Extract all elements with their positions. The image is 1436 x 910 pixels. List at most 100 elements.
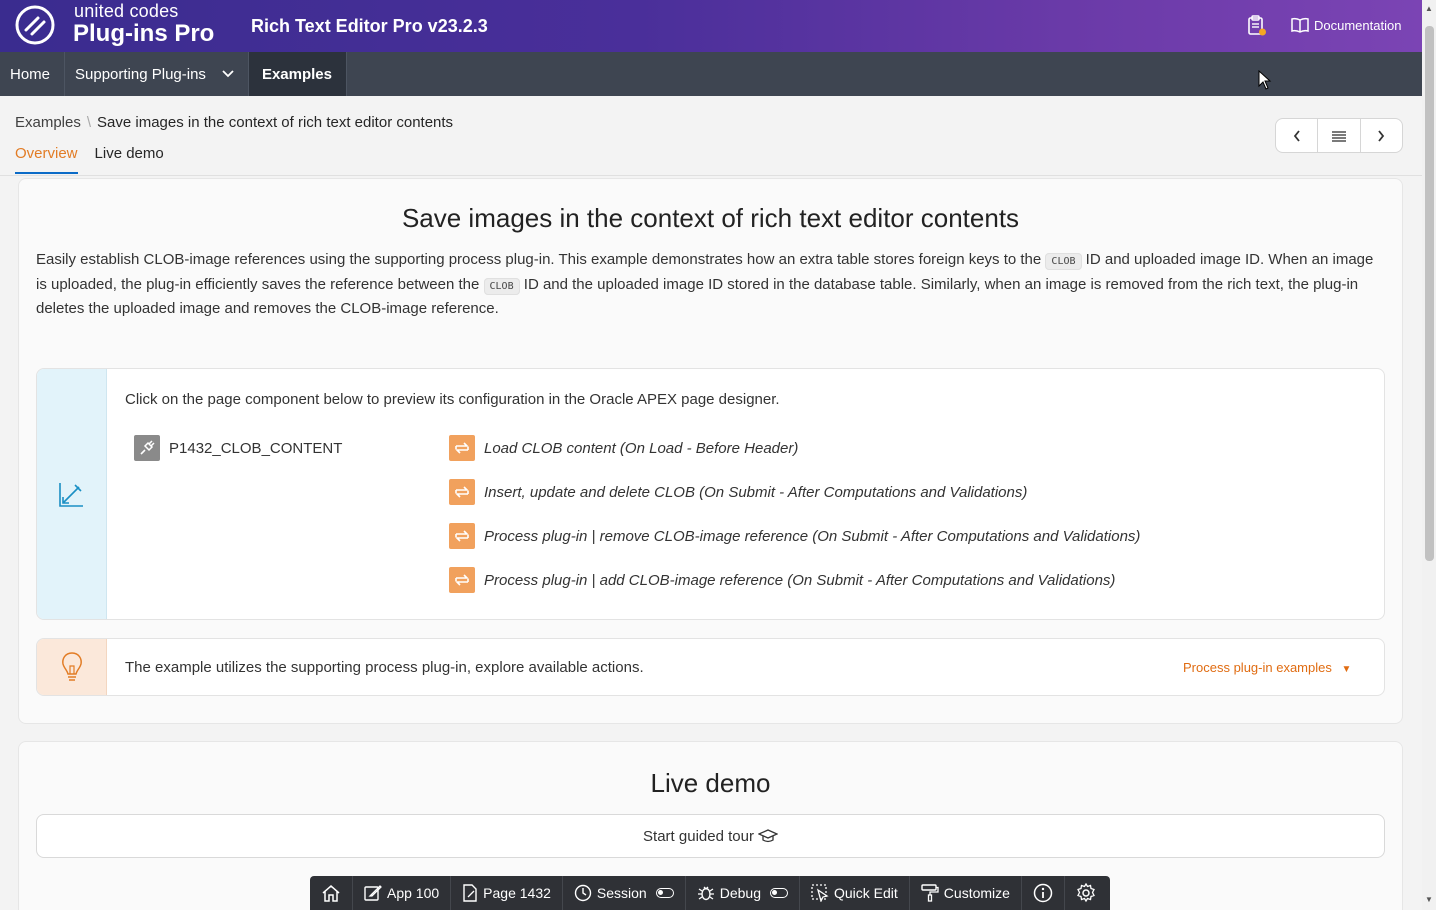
app-label: App 100 — [387, 885, 440, 901]
process-label: Load CLOB content (On Load - Before Head… — [484, 439, 799, 457]
process-link-insert-update-delete[interactable]: Insert, update and delete CLOB (On Submi… — [449, 479, 1027, 505]
list-icon — [1331, 130, 1346, 142]
breadcrumb-separator: \ — [86, 114, 92, 131]
process-label: Insert, update and delete CLOB (On Submi… — [484, 483, 1028, 501]
session-label: Session — [596, 885, 647, 901]
session-toggle-icon[interactable] — [655, 888, 674, 898]
session-button[interactable]: Session — [563, 876, 686, 910]
tab-overview[interactable]: Overview — [15, 145, 78, 174]
page-header-region: Examples \ Save images in the context of r… — [0, 96, 1422, 176]
gear-icon — [1077, 883, 1095, 903]
breadcrumb-current: Save images in the context of rich text … — [97, 114, 454, 131]
tip-text: The example utilizes the supporting proc… — [125, 659, 644, 676]
lightbulb-icon — [62, 652, 82, 681]
documentation-label: Documentation — [1314, 17, 1402, 33]
quick-edit-icon — [811, 884, 829, 902]
info-button[interactable] — [1022, 876, 1065, 910]
caret-down-icon: ▼ — [1341, 664, 1352, 675]
process-label: Process plug-in | add CLOB-image referen… — [484, 571, 1116, 589]
tip-box: The example utilizes the supporting proc… — [36, 638, 1385, 696]
previous-button[interactable] — [1276, 119, 1319, 152]
app-header: united codes Plug-ins Pro Rich Text Edit… — [0, 0, 1422, 52]
scroll-thumb[interactable] — [1425, 26, 1434, 561]
process-link-load-clob[interactable]: Load CLOB content (On Load - Before Head… — [449, 435, 798, 461]
live-demo-title: Live demo — [650, 768, 771, 798]
mouse-cursor-icon — [1258, 70, 1272, 90]
process-icon — [449, 479, 475, 505]
page-title: Save images in the context of rich text … — [401, 203, 1020, 233]
developer-toolbar: App 100 Page 1432 Session Debug Quick Ed… — [310, 876, 1110, 910]
main-navigation: Home Supporting Plug-ins Examples — [0, 52, 1422, 96]
debug-button[interactable]: Debug — [686, 876, 800, 910]
nav-item-label: Home — [10, 65, 51, 83]
breadcrumb: Examples \ Save images in the context of r… — [15, 114, 453, 131]
overview-region: Save images in the context of rich text … — [18, 178, 1403, 724]
bug-icon — [697, 886, 714, 901]
next-button[interactable] — [1361, 119, 1402, 152]
quick-edit-label: Quick Edit — [833, 885, 898, 901]
scroll-up-arrow-icon[interactable]: ▲ — [1425, 4, 1433, 13]
page-button[interactable]: Page 1432 — [451, 876, 563, 910]
page-designer-info-box: Click on the page component below to pre… — [36, 368, 1385, 620]
brand-line2: Plug-ins Pro — [73, 20, 215, 47]
clock-icon — [574, 884, 592, 902]
process-plugin-examples-menu[interactable]: Process plug-in examples ▼ — [1183, 660, 1351, 675]
list-button[interactable] — [1318, 119, 1361, 152]
book-icon — [1291, 17, 1309, 33]
region-tabs: Overview Live demo — [15, 145, 164, 174]
paint-roller-icon — [921, 884, 939, 902]
customize-button[interactable]: Customize — [910, 876, 1022, 910]
graduation-cap-icon — [757, 829, 778, 843]
plug-icon — [134, 435, 160, 461]
description: Easily establish CLOB-image references u… — [36, 249, 1381, 321]
nav-item-examples[interactable]: Examples — [248, 52, 347, 96]
edit-icon — [364, 885, 382, 901]
app-button[interactable]: App 100 — [353, 876, 452, 910]
process-link-remove-reference[interactable]: Process plug-in | remove CLOB-image refe… — [449, 523, 1140, 549]
chevron-left-icon — [1293, 129, 1300, 142]
start-guided-tour-button[interactable]: Start guided tour — [36, 814, 1385, 858]
info-icon — [1033, 883, 1053, 903]
debug-toggle-icon[interactable] — [769, 888, 788, 898]
settings-button[interactable] — [1065, 876, 1107, 910]
description-text: Easily establish CLOB-image references u… — [36, 251, 1046, 268]
nav-item-home[interactable]: Home — [0, 52, 66, 96]
home-icon — [322, 885, 340, 902]
page-item-link[interactable]: P1432_CLOB_CONTENT — [134, 435, 342, 461]
menu-label: Process plug-in examples — [1183, 660, 1332, 675]
quick-edit-button[interactable]: Quick Edit — [800, 876, 910, 910]
brand-line1: united codes — [74, 1, 179, 21]
nav-item-label: Supporting Plug-ins — [75, 65, 206, 83]
chevron-right-icon — [1378, 129, 1385, 142]
clipboard-icon[interactable] — [1247, 15, 1267, 37]
button-label: Start guided tour — [643, 827, 754, 845]
nav-item-label: Examples — [261, 65, 332, 83]
process-icon — [449, 523, 475, 549]
home-button[interactable] — [310, 876, 353, 910]
process-label: Process plug-in | remove CLOB-image refe… — [484, 527, 1141, 545]
debug-label: Debug — [719, 885, 761, 901]
breadcrumb-parent[interactable]: Examples — [15, 114, 81, 131]
code-clob: CLOB — [1045, 253, 1082, 270]
info-box-side — [37, 369, 107, 619]
documentation-link[interactable]: Documentation — [1291, 17, 1401, 33]
united-codes-logo-icon[interactable] — [14, 4, 56, 46]
process-icon — [449, 435, 475, 461]
process-icon — [449, 567, 475, 593]
tab-live-demo[interactable]: Live demo — [95, 145, 164, 174]
app-title[interactable]: Rich Text Editor Pro v23.2.3 — [251, 16, 488, 37]
process-link-add-reference[interactable]: Process plug-in | add CLOB-image referen… — [449, 567, 1115, 593]
vertical-scrollbar[interactable]: ▲ ▼ — [1422, 0, 1436, 910]
info-hint: Click on the page component below to pre… — [125, 391, 780, 408]
example-pager — [1275, 118, 1403, 153]
chevron-down-icon — [222, 70, 234, 78]
tip-box-side — [37, 639, 107, 695]
design-edit-icon — [59, 483, 83, 507]
page-edit-icon — [463, 884, 477, 902]
page-label: Page 1432 — [483, 885, 551, 901]
page-item-name: P1432_CLOB_CONTENT — [169, 439, 343, 457]
scroll-down-arrow-icon[interactable]: ▼ — [1425, 895, 1433, 904]
customize-label: Customize — [943, 885, 1010, 901]
nav-item-supporting-plugins[interactable]: Supporting Plug-ins — [65, 52, 249, 96]
code-clob: CLOB — [483, 277, 520, 295]
